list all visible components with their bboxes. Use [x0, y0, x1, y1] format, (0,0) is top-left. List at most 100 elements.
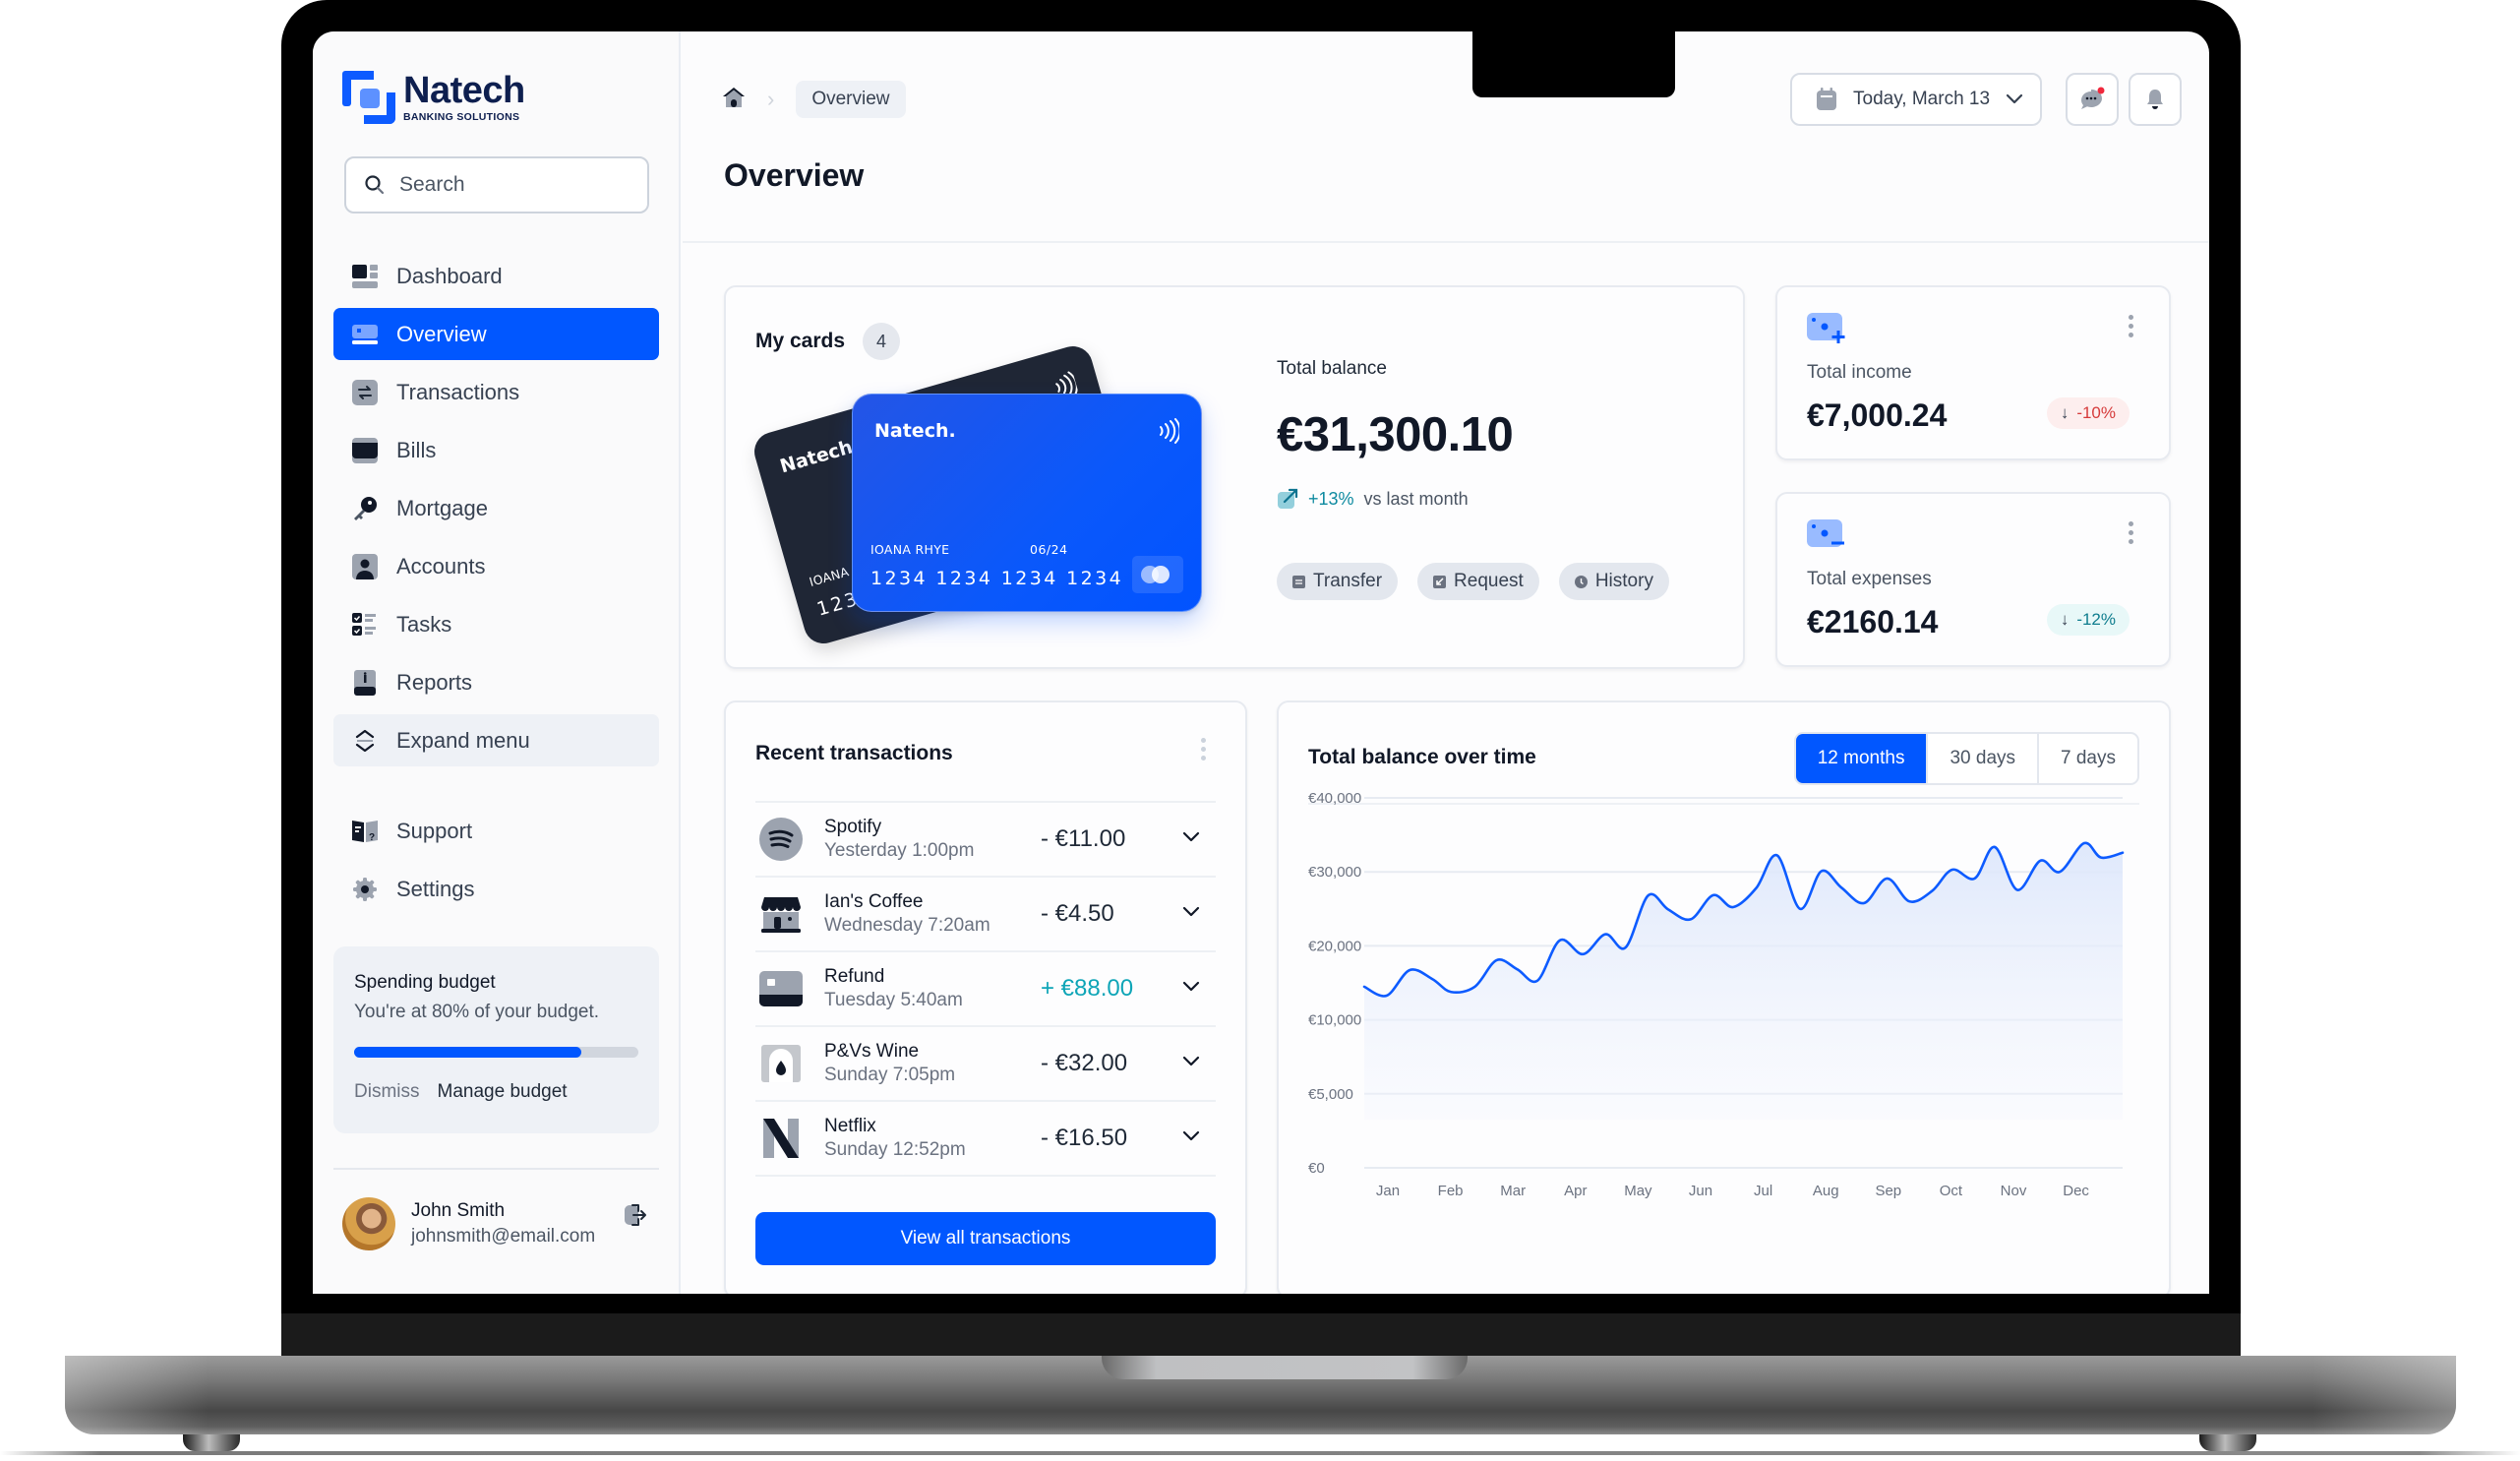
data-point — [1993, 845, 1997, 849]
x-tick-label: Jan — [1376, 1183, 1400, 1199]
x-tick-label: Aug — [1813, 1183, 1839, 1199]
transaction-name: Ian's Coffee — [824, 891, 924, 912]
chevron-down-icon[interactable] — [1182, 1129, 1200, 1147]
sidebar-item-dashboard[interactable]: Dashboard — [333, 250, 659, 302]
date-picker-button[interactable]: Today, March 13 — [1790, 73, 2042, 126]
sidebar-item-label: Tasks — [396, 611, 452, 637]
transaction-amount: - €32.00 — [1041, 1050, 1128, 1076]
bank-card-front[interactable]: Natech. IOANA RHYE 06/24 1234 1234 1234 … — [852, 394, 1202, 612]
wine-icon — [759, 1042, 803, 1085]
avatar[interactable] — [342, 1197, 395, 1250]
screen: Natech BANKING SOLUTIONS Dashboard Overv… — [313, 31, 2209, 1294]
data-point — [1886, 877, 1890, 881]
laptop-chin — [281, 1313, 2241, 1356]
card-icon — [351, 321, 379, 348]
x-tick-label: Feb — [1438, 1183, 1464, 1199]
camera-notch — [1472, 31, 1675, 97]
card-brand: Natech. — [874, 420, 956, 442]
x-tick-label: Jun — [1689, 1183, 1712, 1199]
income-delta: -10% — [2076, 403, 2116, 422]
x-tick-label: Jul — [1754, 1183, 1772, 1199]
sidebar: Natech BANKING SOLUTIONS Dashboard Overv… — [313, 31, 681, 1294]
expenses-delta-badge: ↓ -12% — [2046, 604, 2130, 636]
request-button[interactable]: Request — [1417, 563, 1539, 600]
sidebar-item-overview[interactable]: Overview — [333, 308, 659, 360]
data-point — [1862, 901, 1866, 905]
history-button[interactable]: History — [1558, 563, 1669, 600]
sidebar-secondary-nav: ? Support Settings — [333, 805, 659, 921]
total-income-card: Total income €7,000.24 ↓ -10% — [1775, 285, 2171, 460]
user-profile[interactable]: John Smith johnsmith@email.com — [342, 1197, 647, 1250]
chevron-down-icon[interactable] — [1182, 980, 1200, 998]
trend-label: vs last month — [1363, 488, 1469, 509]
data-point — [1647, 893, 1650, 897]
user-icon — [351, 553, 379, 580]
transaction-row[interactable]: Refund Tuesday 5:40am + €88.00 — [755, 952, 1216, 1027]
laptop-foot — [2199, 1434, 2256, 1451]
messages-button[interactable] — [2066, 73, 2119, 126]
chevron-down-icon — [2006, 93, 2023, 104]
sidebar-item-settings[interactable]: Settings — [333, 863, 659, 915]
my-cards-title: My cards — [755, 330, 846, 352]
data-point — [1495, 958, 1499, 962]
expand-icon — [351, 727, 379, 755]
spotify-icon — [759, 818, 803, 861]
chevron-down-icon[interactable] — [1182, 905, 1200, 923]
data-point — [1581, 952, 1585, 956]
sidebar-item-mortgage[interactable]: Mortgage — [333, 482, 659, 534]
transaction-amount: - €11.00 — [1041, 825, 1126, 852]
search-box[interactable] — [344, 156, 649, 213]
transfer-button[interactable]: Transfer — [1277, 563, 1399, 600]
data-point — [2121, 851, 2125, 855]
data-point — [1472, 985, 1476, 989]
x-tick-label: Mar — [1500, 1183, 1526, 1199]
transaction-row[interactable]: P&Vs Wine Sunday 7:05pm - €32.00 — [755, 1027, 1216, 1102]
notifications-button[interactable] — [2129, 73, 2182, 126]
more-options-icon[interactable] — [2129, 521, 2133, 544]
more-options-icon[interactable] — [1201, 738, 1206, 761]
view-all-transactions-button[interactable]: View all transactions — [755, 1212, 1216, 1265]
support-icon: ? — [351, 818, 379, 845]
card-expiry: 06/24 — [1030, 542, 1068, 557]
sidebar-item-reports[interactable]: Reports — [333, 656, 659, 708]
sidebar-item-support[interactable]: ? Support — [333, 805, 659, 857]
home-icon[interactable] — [722, 87, 746, 113]
logo[interactable]: Natech BANKING SOLUTIONS — [342, 71, 525, 124]
report-icon — [351, 669, 379, 697]
transaction-row[interactable]: Ian's Coffee Wednesday 7:20am - €4.50 — [755, 878, 1216, 952]
sidebar-item-label: Overview — [396, 321, 487, 346]
sidebar-item-transactions[interactable]: Transactions — [333, 366, 659, 418]
user-email: johnsmith@email.com — [411, 1226, 596, 1247]
balance-actions: Transfer Request History — [1277, 563, 1669, 600]
gear-icon — [351, 876, 379, 903]
more-options-icon[interactable] — [2129, 315, 2133, 337]
x-tick-label: Oct — [1940, 1183, 1963, 1199]
checklist-icon — [351, 611, 379, 639]
chevron-down-icon[interactable] — [1182, 830, 1200, 848]
main-content: › Overview Overview Today, March 13 My c… — [683, 31, 2209, 1294]
sidebar-item-tasks[interactable]: Tasks — [333, 598, 659, 650]
data-point — [1430, 977, 1434, 981]
x-tick-label: Dec — [2063, 1183, 2089, 1199]
y-tick-label: €10,000 — [1308, 1012, 1361, 1029]
dismiss-button[interactable]: Dismiss — [354, 1081, 420, 1103]
data-point — [1603, 933, 1607, 937]
logout-icon[interactable] — [624, 1203, 647, 1232]
sidebar-item-bills[interactable]: Bills — [333, 424, 659, 476]
data-point — [1755, 886, 1759, 890]
sidebar-item-expand-menu[interactable]: Expand menu — [333, 714, 659, 766]
user-name: John Smith — [411, 1200, 506, 1221]
data-point — [1408, 968, 1411, 972]
chevron-down-icon[interactable] — [1182, 1055, 1200, 1072]
recent-transactions-panel: Recent transactions Spotify Yesterday 1:0… — [724, 700, 1247, 1294]
divider — [333, 1168, 659, 1170]
x-tick-label: Sep — [1875, 1183, 1901, 1199]
search-input[interactable] — [399, 173, 616, 197]
manage-budget-button[interactable]: Manage budget — [438, 1081, 568, 1103]
transaction-row[interactable]: Spotify Yesterday 1:00pm - €11.00 — [755, 803, 1216, 878]
y-tick-label: €5,000 — [1308, 1086, 1353, 1103]
breadcrumb-current[interactable]: Overview — [796, 81, 906, 118]
transaction-amount: - €4.50 — [1041, 900, 1114, 927]
sidebar-item-accounts[interactable]: Accounts — [333, 540, 659, 592]
transaction-row[interactable]: Netflix Sunday 12:52pm - €16.50 — [755, 1102, 1216, 1177]
